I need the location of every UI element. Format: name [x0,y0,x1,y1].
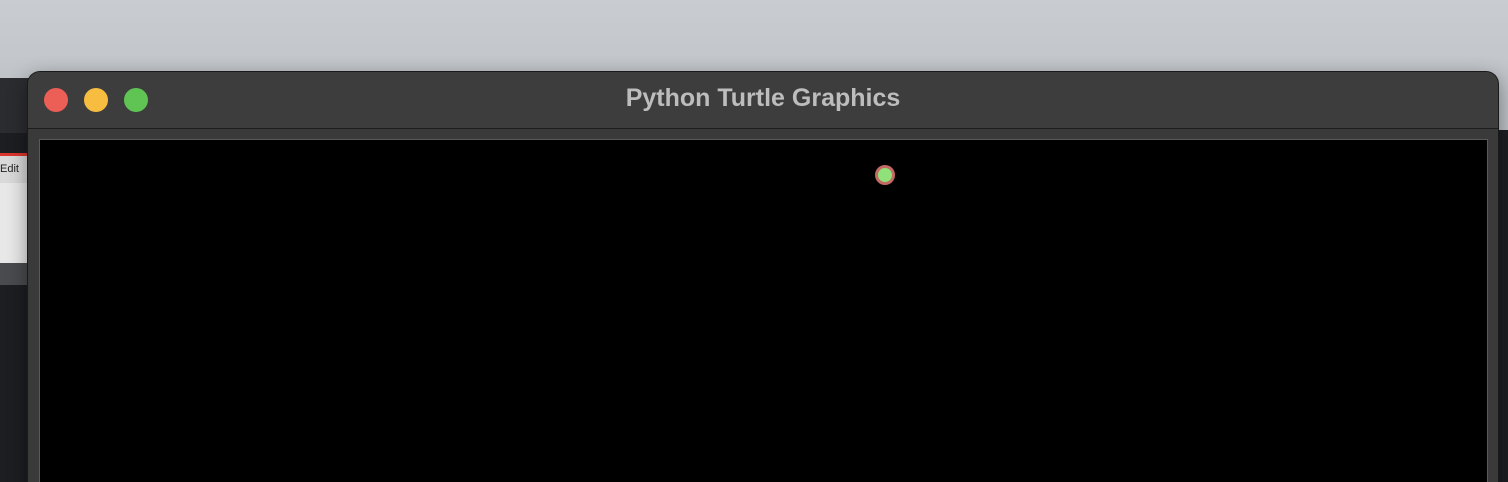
turtle-circle-icon [875,165,895,185]
window-titlebar[interactable]: Python Turtle Graphics [28,72,1498,129]
background-app-edit-menu[interactable]: Edit [0,163,19,175]
turtle-canvas[interactable] [39,139,1488,482]
turtle-graphics-window: Python Turtle Graphics [28,72,1498,482]
window-title: Python Turtle Graphics [625,84,901,112]
